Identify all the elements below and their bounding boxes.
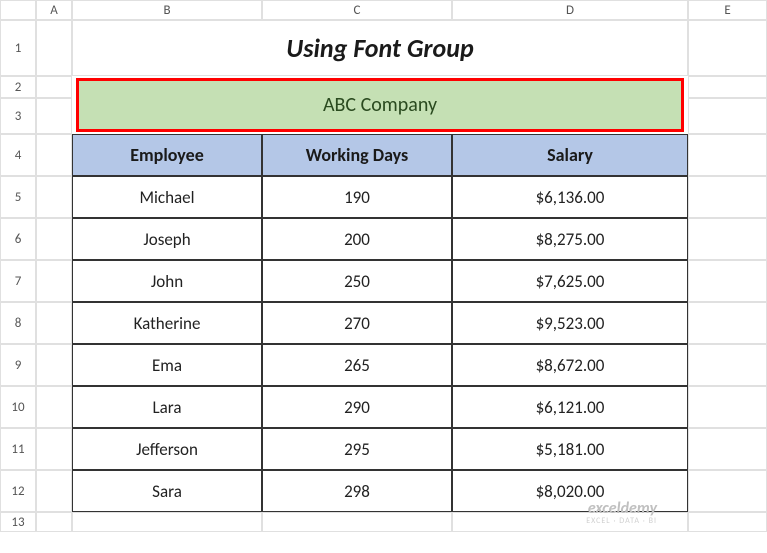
table-row[interactable]: 270 (262, 302, 452, 344)
row-header-11[interactable]: 11 (0, 428, 36, 470)
cell-a11[interactable] (36, 428, 72, 470)
row-header-5[interactable]: 5 (0, 176, 36, 218)
cell-a10[interactable] (36, 386, 72, 428)
cell-e13[interactable] (688, 512, 767, 532)
table-header-employee[interactable]: Employee (72, 134, 262, 176)
row-header-4[interactable]: 4 (0, 134, 36, 176)
table-header-salary[interactable]: Salary (452, 134, 688, 176)
cell-a2[interactable] (36, 76, 72, 98)
table-row[interactable]: $5,181.00 (452, 428, 688, 470)
row-header-12[interactable]: 12 (0, 470, 36, 512)
cell-b13[interactable] (72, 512, 262, 532)
cell-e11[interactable] (688, 428, 767, 470)
table-row[interactable]: Joseph (72, 218, 262, 260)
row-header-8[interactable]: 8 (0, 302, 36, 344)
cell-e4[interactable] (688, 134, 767, 176)
table-row[interactable]: $9,523.00 (452, 302, 688, 344)
cell-e10[interactable] (688, 386, 767, 428)
cell-e3[interactable] (688, 98, 767, 134)
row-header-9[interactable]: 9 (0, 344, 36, 386)
table-row[interactable]: Jefferson (72, 428, 262, 470)
page-title[interactable]: Using Font Group (72, 20, 688, 76)
table-row[interactable]: $8,672.00 (452, 344, 688, 386)
cell-a9[interactable] (36, 344, 72, 386)
col-header-c[interactable]: C (262, 0, 452, 20)
cell-a12[interactable] (36, 470, 72, 512)
table-header-working-days[interactable]: Working Days (262, 134, 452, 176)
cell-a7[interactable] (36, 260, 72, 302)
table-row[interactable]: $7,625.00 (452, 260, 688, 302)
table-row[interactable]: 250 (262, 260, 452, 302)
cell-c13[interactable] (262, 512, 452, 532)
col-header-b[interactable]: B (72, 0, 262, 20)
col-header-e[interactable]: E (688, 0, 767, 20)
cell-e7[interactable] (688, 260, 767, 302)
row-header-6[interactable]: 6 (0, 218, 36, 260)
row-header-10[interactable]: 10 (0, 386, 36, 428)
select-all-corner[interactable] (0, 0, 36, 20)
table-row[interactable]: $6,136.00 (452, 176, 688, 218)
table-row[interactable]: John (72, 260, 262, 302)
table-row[interactable]: Lara (72, 386, 262, 428)
cell-e5[interactable] (688, 176, 767, 218)
table-row[interactable]: Katherine (72, 302, 262, 344)
cell-a6[interactable] (36, 218, 72, 260)
row-header-2[interactable]: 2 (0, 76, 36, 98)
watermark: exceldemy EXCEL · DATA · BI (586, 501, 657, 525)
table-row[interactable]: $6,121.00 (452, 386, 688, 428)
cell-e1[interactable] (688, 20, 767, 76)
row-header-3[interactable]: 3 (0, 98, 36, 134)
cell-e8[interactable] (688, 302, 767, 344)
table-row[interactable]: Sara (72, 470, 262, 512)
table-row[interactable]: $8,275.00 (452, 218, 688, 260)
cell-a4[interactable] (36, 134, 72, 176)
cell-e9[interactable] (688, 344, 767, 386)
table-row[interactable]: 190 (262, 176, 452, 218)
col-header-d[interactable]: D (452, 0, 688, 20)
spreadsheet-grid: A B C D E 1 Using Font Group 2 ABC Compa… (0, 0, 767, 532)
cell-e12[interactable] (688, 470, 767, 512)
watermark-brand: exceldemy (586, 501, 657, 517)
watermark-sub: EXCEL · DATA · BI (586, 517, 657, 525)
company-merged-cell[interactable]: ABC Company (76, 78, 684, 132)
cell-a5[interactable] (36, 176, 72, 218)
cell-e2[interactable] (688, 76, 767, 98)
table-row[interactable]: Michael (72, 176, 262, 218)
table-row[interactable]: 200 (262, 218, 452, 260)
cell-e6[interactable] (688, 218, 767, 260)
cell-a13[interactable] (36, 512, 72, 532)
cell-a3[interactable] (36, 98, 72, 134)
row-header-7[interactable]: 7 (0, 260, 36, 302)
row-header-13[interactable]: 13 (0, 512, 36, 532)
cell-a1[interactable] (36, 20, 72, 76)
table-row[interactable]: 265 (262, 344, 452, 386)
cell-a8[interactable] (36, 302, 72, 344)
table-row[interactable]: 295 (262, 428, 452, 470)
col-header-a[interactable]: A (36, 0, 72, 20)
table-row[interactable]: Ema (72, 344, 262, 386)
table-row[interactable]: 298 (262, 470, 452, 512)
row-header-1[interactable]: 1 (0, 20, 36, 76)
table-row[interactable]: 290 (262, 386, 452, 428)
